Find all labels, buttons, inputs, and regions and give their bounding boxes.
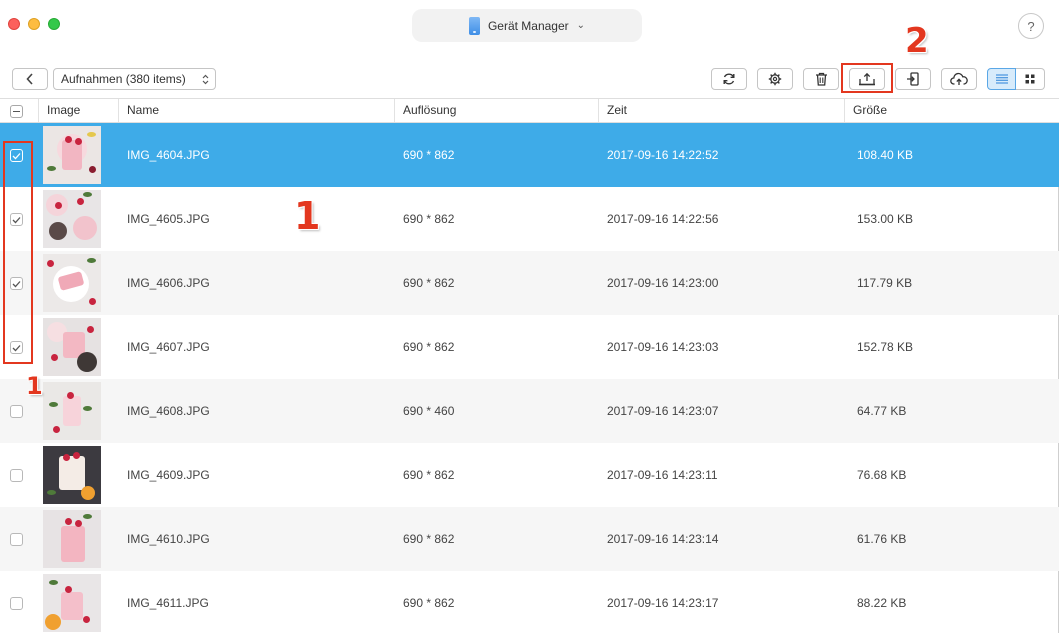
view-switcher — [987, 68, 1045, 90]
chevron-left-icon — [26, 73, 33, 85]
grid-view-button[interactable] — [1016, 68, 1045, 90]
list-view-button[interactable] — [987, 68, 1016, 90]
send-to-device-icon — [907, 72, 919, 86]
row-size: 117.79 KB — [857, 276, 913, 290]
album-select[interactable]: Aufnahmen (380 items) — [53, 68, 216, 90]
app-window: Gerät Manager ⌄ ? Aufnahmen (380 items) — [0, 0, 1059, 633]
row-resolution: 690 * 862 — [403, 468, 455, 482]
photo-thumbnail[interactable] — [43, 382, 101, 440]
title-bar: Gerät Manager ⌄ ? — [0, 0, 1059, 56]
row-checkbox[interactable] — [10, 469, 23, 482]
delete-button[interactable] — [803, 68, 839, 90]
zoom-window-button[interactable] — [48, 18, 60, 30]
row-resolution: 690 * 862 — [403, 148, 455, 162]
annotation-step-1: 1 — [294, 194, 321, 238]
table-row[interactable]: IMG_4608.JPG 690 * 460 2017-09-16 14:23:… — [0, 379, 1059, 443]
settings-button[interactable] — [757, 68, 793, 90]
help-button[interactable]: ? — [1018, 13, 1044, 39]
select-all-column — [0, 99, 38, 122]
row-resolution: 690 * 862 — [403, 532, 455, 546]
table-row[interactable]: IMG_4611.JPG 690 * 862 2017-09-16 14:23:… — [0, 571, 1059, 633]
row-time: 2017-09-16 14:22:52 — [607, 148, 719, 162]
row-checkbox[interactable] — [10, 597, 23, 610]
photo-thumbnail[interactable] — [43, 318, 101, 376]
photo-thumbnail[interactable] — [43, 574, 101, 632]
row-checkbox[interactable] — [10, 405, 23, 418]
row-time: 2017-09-16 14:23:00 — [607, 276, 719, 290]
grid-view-icon — [1025, 74, 1035, 84]
list-view-icon — [995, 74, 1008, 84]
refresh-button[interactable] — [711, 68, 747, 90]
row-resolution: 690 * 862 — [403, 276, 455, 290]
row-name: IMG_4607.JPG — [127, 340, 210, 354]
close-window-button[interactable] — [8, 18, 20, 30]
row-resolution: 690 * 862 — [403, 212, 455, 226]
chevron-down-icon: ⌄ — [576, 20, 586, 31]
annotation-highlight-export-button — [841, 63, 893, 93]
photo-thumbnail[interactable] — [43, 190, 101, 248]
album-select-value: Aufnahmen (380 items) — [61, 72, 186, 86]
row-checkbox[interactable] — [10, 533, 23, 546]
row-time: 2017-09-16 14:23:11 — [607, 468, 718, 482]
select-all-checkbox[interactable] — [10, 105, 23, 118]
row-time: 2017-09-16 14:23:03 — [607, 340, 719, 354]
row-name: IMG_4608.JPG — [127, 404, 210, 418]
row-name: IMG_4604.JPG — [127, 148, 210, 162]
table-row[interactable]: IMG_4607.JPG 690 * 862 2017-09-16 14:23:… — [0, 315, 1059, 379]
row-time: 2017-09-16 14:23:14 — [607, 532, 719, 546]
table-row[interactable]: IMG_4605.JPG 690 * 862 2017-09-16 14:22:… — [0, 187, 1059, 251]
column-header-resolution[interactable]: Auflösung — [394, 99, 598, 122]
updown-chevron-icon — [202, 74, 209, 85]
photo-thumbnail[interactable] — [43, 126, 101, 184]
column-header-time[interactable]: Zeit — [598, 99, 844, 122]
minimize-window-button[interactable] — [28, 18, 40, 30]
table-header: Image Name Auflösung Zeit Größe — [0, 98, 1059, 123]
toolbar: Aufnahmen (380 items) — [0, 56, 1059, 98]
row-resolution: 690 * 862 — [403, 340, 455, 354]
trash-icon — [815, 72, 827, 86]
column-header-name[interactable]: Name — [118, 99, 394, 122]
send-to-device-button[interactable] — [895, 68, 931, 90]
photo-thumbnail[interactable] — [43, 510, 101, 568]
row-size: 152.78 KB — [857, 340, 914, 354]
row-size: 108.40 KB — [857, 148, 914, 162]
row-size: 88.22 KB — [857, 596, 907, 610]
row-name: IMG_4606.JPG — [127, 276, 210, 290]
cloud-upload-icon — [950, 72, 968, 85]
row-time: 2017-09-16 14:22:56 — [607, 212, 719, 226]
photo-table: IMG_4604.JPG 690 * 862 2017-09-16 14:22:… — [0, 123, 1059, 633]
row-name: IMG_4609.JPG — [127, 468, 210, 482]
row-size: 76.68 KB — [857, 468, 907, 482]
row-size: 64.77 KB — [857, 404, 907, 418]
row-name: IMG_4605.JPG — [127, 212, 210, 226]
table-row[interactable]: IMG_4610.JPG 690 * 862 2017-09-16 14:23:… — [0, 507, 1059, 571]
device-title: Gerät Manager — [487, 18, 569, 33]
table-row[interactable]: IMG_4604.JPG 690 * 862 2017-09-16 14:22:… — [0, 123, 1059, 187]
photo-thumbnail[interactable] — [43, 446, 101, 504]
row-resolution: 690 * 862 — [403, 596, 455, 610]
refresh-icon — [723, 73, 735, 85]
column-header-size[interactable]: Größe — [844, 99, 1058, 122]
phone-icon — [468, 16, 480, 35]
table-row[interactable]: IMG_4606.JPG 690 * 862 2017-09-16 14:23:… — [0, 251, 1059, 315]
annotation-step-1-small: 1 — [26, 372, 43, 400]
column-header-image[interactable]: Image — [38, 99, 118, 122]
back-button[interactable] — [12, 68, 48, 90]
row-name: IMG_4611.JPG — [127, 596, 209, 610]
row-time: 2017-09-16 14:23:07 — [607, 404, 719, 418]
annotation-highlight-checkboxes — [3, 141, 33, 364]
table-row[interactable]: IMG_4609.JPG 690 * 862 2017-09-16 14:23:… — [0, 443, 1059, 507]
row-name: IMG_4610.JPG — [127, 532, 210, 546]
device-selector[interactable]: Gerät Manager ⌄ — [412, 9, 642, 42]
row-size: 61.76 KB — [857, 532, 907, 546]
cloud-upload-button[interactable] — [941, 68, 977, 90]
photo-thumbnail[interactable] — [43, 254, 101, 312]
annotation-step-2: 2 — [905, 21, 929, 61]
row-size: 153.00 KB — [857, 212, 914, 226]
gear-icon — [768, 72, 782, 86]
row-resolution: 690 * 460 — [403, 404, 455, 418]
row-time: 2017-09-16 14:23:17 — [607, 596, 719, 610]
